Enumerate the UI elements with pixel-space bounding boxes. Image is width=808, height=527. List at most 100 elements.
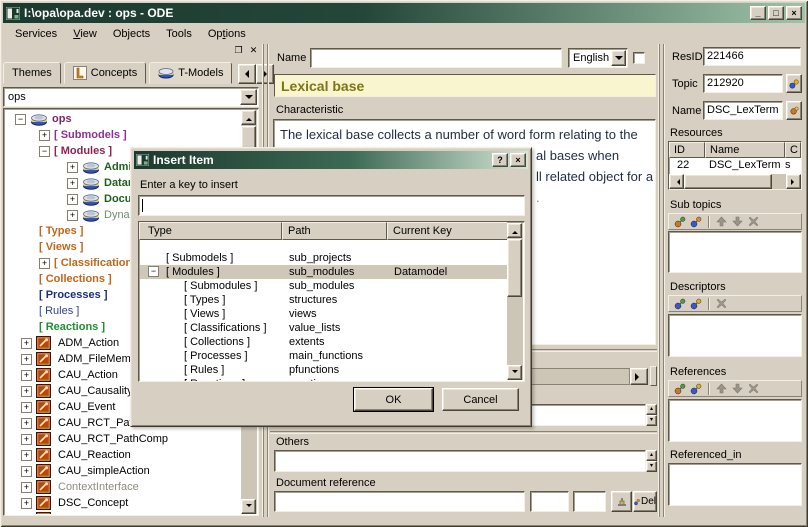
- link-node-icon[interactable]: [688, 382, 704, 396]
- tree-expander-icon[interactable]: +: [21, 482, 32, 493]
- menu-tools[interactable]: Tools: [158, 26, 200, 42]
- tree-expander-icon[interactable]: +: [67, 210, 78, 221]
- others-input[interactable]: [274, 450, 646, 472]
- dialog-table-row[interactable]: [ Reactions ]reactions: [140, 377, 509, 382]
- tree-expander-icon[interactable]: +: [67, 194, 78, 205]
- arrow-down-icon[interactable]: [729, 382, 745, 396]
- tree-item[interactable]: +ContextInterface: [5, 479, 241, 495]
- tree-expander-icon[interactable]: +: [21, 418, 32, 429]
- spin-down-icon[interactable]: ▾: [646, 415, 657, 426]
- dialog-titlebar[interactable]: Insert Item ? ×: [134, 151, 528, 169]
- scrollbar-thumb[interactable]: [507, 239, 522, 297]
- dialog-table-row[interactable]: [ Submodules ]sub_modules: [140, 279, 509, 293]
- tree-item[interactable]: −ops: [5, 111, 241, 127]
- dialog-table-row[interactable]: [ Submodels ]sub_projects: [140, 251, 509, 265]
- references-list[interactable]: [668, 399, 802, 442]
- chevron-down-icon[interactable]: [240, 89, 257, 105]
- menu-options[interactable]: Options: [200, 26, 254, 42]
- stamp-icon[interactable]: [611, 491, 632, 512]
- tree-expander-icon[interactable]: +: [21, 514, 32, 515]
- chevron-down-icon[interactable]: [611, 50, 626, 66]
- scroll-up-icon[interactable]: [241, 110, 256, 125]
- ok-button[interactable]: OK: [354, 388, 433, 411]
- others-spinner[interactable]: ▴ ▾: [646, 450, 657, 472]
- dialog-table-row[interactable]: [ Processes ]main_functions: [140, 349, 509, 363]
- delete-cross-icon[interactable]: [745, 215, 761, 229]
- tree-item[interactable]: +CAU_RCT_PathComp: [5, 431, 241, 447]
- float-panel-icon[interactable]: ❐: [232, 45, 245, 57]
- dialog-table-row[interactable]: [ Collections ]extents: [140, 335, 509, 349]
- tree-expander-icon[interactable]: +: [67, 162, 78, 173]
- topic-input[interactable]: 212920: [703, 74, 783, 93]
- tree-item[interactable]: +DSC_Description: [5, 511, 241, 514]
- tree-expander-icon[interactable]: −: [39, 146, 50, 157]
- minimize-button[interactable]: _: [750, 6, 766, 20]
- dialog-close-button[interactable]: ×: [510, 153, 526, 167]
- dialog-table-row[interactable]: [ Rules ]pfunctions: [140, 363, 509, 377]
- tab-t-models[interactable]: T-Models: [149, 62, 232, 84]
- close-button[interactable]: ×: [786, 6, 802, 20]
- tree-expander-icon[interactable]: +: [21, 354, 32, 365]
- menu-objects[interactable]: Objects: [105, 26, 158, 42]
- scroll-up-icon[interactable]: [507, 223, 522, 238]
- tree-expander-icon[interactable]: +: [39, 258, 50, 269]
- menu-services[interactable]: Services: [7, 26, 65, 42]
- tree-expander-icon[interactable]: +: [21, 338, 32, 349]
- tree-expander-icon[interactable]: +: [21, 466, 32, 477]
- topic-lookup-button[interactable]: [786, 74, 802, 93]
- tree-expander-icon[interactable]: +: [39, 130, 50, 141]
- dialog-table-row[interactable]: [ Classifications ]value_lists: [140, 321, 509, 335]
- arrow-up-icon[interactable]: [713, 382, 729, 396]
- language-checkbox[interactable]: [633, 52, 645, 64]
- sub-topics-list[interactable]: [668, 231, 802, 273]
- delete-cross-icon[interactable]: [713, 297, 729, 311]
- tab-themes[interactable]: Themes: [3, 62, 61, 84]
- scroll-down-icon[interactable]: [241, 499, 256, 514]
- spin-down-icon[interactable]: ▾: [646, 461, 657, 472]
- scroll-left-icon[interactable]: [669, 174, 684, 189]
- dialog-table-row[interactable]: [ Views ]views: [140, 307, 509, 321]
- link-add-icon[interactable]: [672, 215, 688, 229]
- name-lookup-button[interactable]: [786, 101, 802, 120]
- name-input[interactable]: [310, 48, 562, 68]
- link-add-icon[interactable]: [672, 382, 688, 396]
- tree-expander-icon[interactable]: +: [21, 402, 32, 413]
- link-node-icon[interactable]: [688, 297, 704, 311]
- right-splitter[interactable]: [658, 44, 665, 517]
- tree-expander-icon[interactable]: +: [21, 434, 32, 445]
- arrow-up-icon[interactable]: [713, 215, 729, 229]
- column-header-path[interactable]: Path: [282, 222, 387, 240]
- resid-input[interactable]: 221466: [703, 47, 801, 66]
- tree-expander-icon[interactable]: +: [21, 386, 32, 397]
- maximize-button[interactable]: □: [768, 6, 784, 20]
- cancel-button[interactable]: Cancel: [442, 388, 519, 411]
- scroll-right-icon[interactable]: [630, 368, 648, 385]
- tree-expander-icon[interactable]: +: [21, 450, 32, 461]
- link-add-icon[interactable]: [672, 297, 688, 311]
- dialog-table-row[interactable]: −[ Modules ]sub_modulesDatamodel: [140, 265, 509, 279]
- scroll-right-icon[interactable]: [786, 174, 801, 189]
- tree-expander-icon[interactable]: +: [21, 498, 32, 509]
- tree-item[interactable]: +CAU_Reaction: [5, 447, 241, 463]
- tab-concepts[interactable]: Concepts: [64, 62, 146, 84]
- delete-reference-button[interactable]: Del: [633, 491, 657, 512]
- close-panel-icon[interactable]: ✕: [247, 45, 260, 57]
- help-button[interactable]: ?: [492, 153, 508, 167]
- key-input[interactable]: [138, 195, 525, 216]
- arrow-down-icon[interactable]: [729, 215, 745, 229]
- scrollbar-thumb[interactable]: [684, 174, 772, 189]
- column-header[interactable]: ID: [669, 142, 705, 158]
- menu-view[interactable]: View: [65, 26, 105, 42]
- language-select[interactable]: English: [568, 48, 628, 68]
- window-titlebar[interactable]: I:\opa\opa.dev : ops - ODE _ □ ×: [3, 3, 805, 23]
- link-node-icon[interactable]: [688, 215, 704, 229]
- scroll-down-icon[interactable]: [507, 365, 522, 380]
- column-header-type[interactable]: Type: [139, 222, 282, 240]
- referenced-in-list[interactable]: [668, 463, 802, 506]
- table-row[interactable]: 22 DSC_LexTerm s: [669, 158, 801, 172]
- tree-expander-icon[interactable]: −: [148, 266, 159, 277]
- res-name-input[interactable]: DSC_LexTerm: [703, 101, 783, 120]
- resources-table[interactable]: ID Name C 22 DSC_LexTerm s: [668, 141, 802, 190]
- tree-expander-icon[interactable]: +: [67, 178, 78, 189]
- table-hscrollbar[interactable]: [669, 174, 801, 189]
